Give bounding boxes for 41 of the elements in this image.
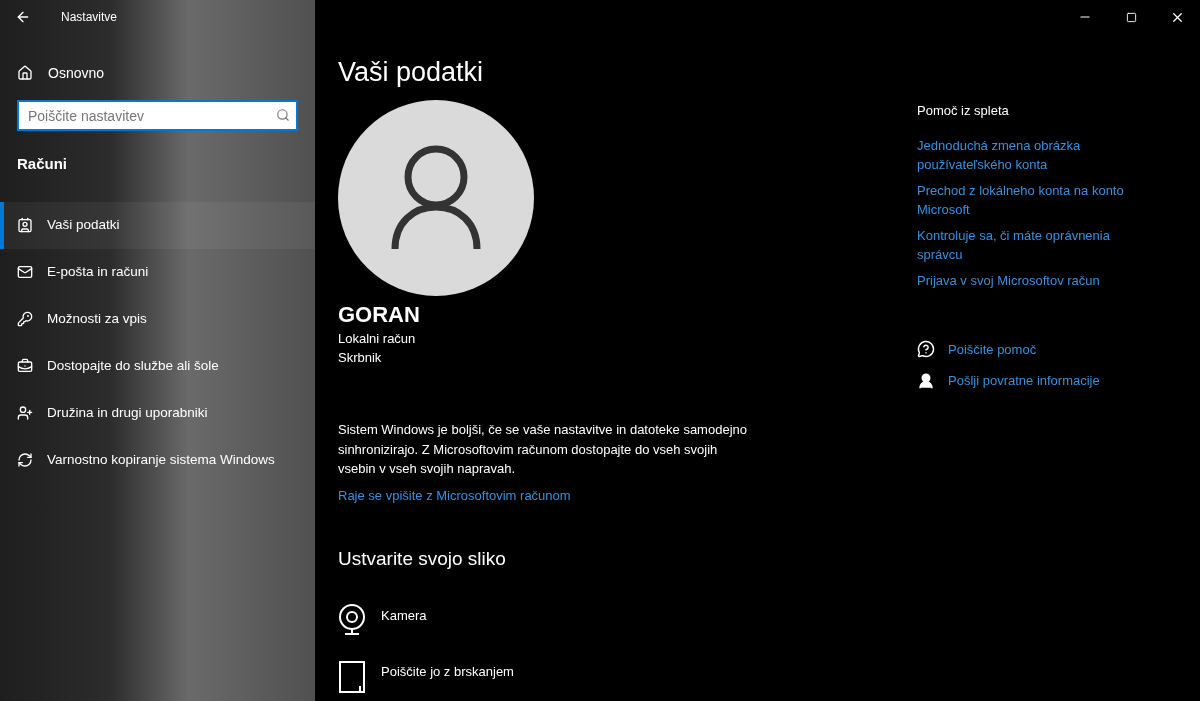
maximize-icon [1125, 11, 1137, 23]
section-heading: Računi [17, 154, 68, 174]
search-icon [276, 108, 290, 122]
person-plus-icon [17, 405, 33, 421]
picture-option[interactable]: Poiščite jo z brskanjem [338, 659, 915, 694]
back-arrow-icon [15, 9, 31, 25]
account-type: Lokalni račun [338, 330, 417, 348]
account-role: Skrbnik [338, 349, 383, 367]
page-title: Vaši podatki [338, 56, 485, 89]
search-field[interactable]: Poiščite nastavitev [17, 100, 298, 131]
sync-description: Sistem Windows je boljši, če se vaše nastavitve in datoteke samodejno sinhronizirajo. Z Microsoftovim računom dostopajte do vseh svojih vsebin v vseh svojih napravah. [338, 421, 748, 478]
person-silhouette-icon [391, 145, 481, 251]
help-action-link[interactable]: Poiščite pomoč [917, 339, 1167, 359]
briefcase-icon [17, 358, 33, 374]
help-heading: Pomoč iz spleta [917, 102, 1010, 120]
sidebar-item[interactable]: Vaši podatki [0, 201, 315, 249]
home-icon [17, 65, 33, 81]
help-link[interactable]: Prechod z lokálneho konta na konto Microsoft [917, 180, 1152, 219]
sidebar-item[interactable]: Varnostno kopiranje sistema Windows [0, 436, 315, 484]
sidebar-home-item[interactable]: Osnovno [0, 54, 315, 92]
mail-icon [17, 264, 33, 280]
key-icon [17, 311, 33, 327]
picture-option[interactable]: Kamera [338, 603, 915, 636]
contact-card-icon [17, 217, 33, 233]
section-heading: Ustvarite svojo sliko [338, 547, 507, 571]
sidebar-item[interactable]: E-pošta in računi [0, 248, 315, 296]
window-title: Nastavitve [61, 9, 118, 26]
help-link[interactable]: Prijava v svoj Microsoftov račun [917, 270, 1152, 290]
webcam-icon [338, 603, 366, 636]
help-link[interactable]: Kontroluje sa, či máte oprávnenia správcu [917, 225, 1152, 264]
user-name: GORAN [338, 301, 421, 329]
sidebar-item[interactable]: Družina in drugi uporabniki [0, 389, 315, 437]
person-icon [917, 371, 935, 390]
help-action-link[interactable]: Pošlji povratne informacije [917, 371, 1167, 391]
sync-icon [17, 452, 33, 468]
help-icon [917, 340, 935, 359]
sidebar-item[interactable]: Dostopajte do službe ali šole [0, 342, 315, 390]
microsoft-signin-link[interactable]: Raje se vpišite z Microsoftovim računom [338, 485, 571, 505]
help-link[interactable]: Jednoduchá zmena obrázka používateľského konta [917, 135, 1152, 174]
sidebar-item[interactable]: Možnosti za vpis [0, 295, 315, 343]
tablet-icon [338, 659, 366, 694]
